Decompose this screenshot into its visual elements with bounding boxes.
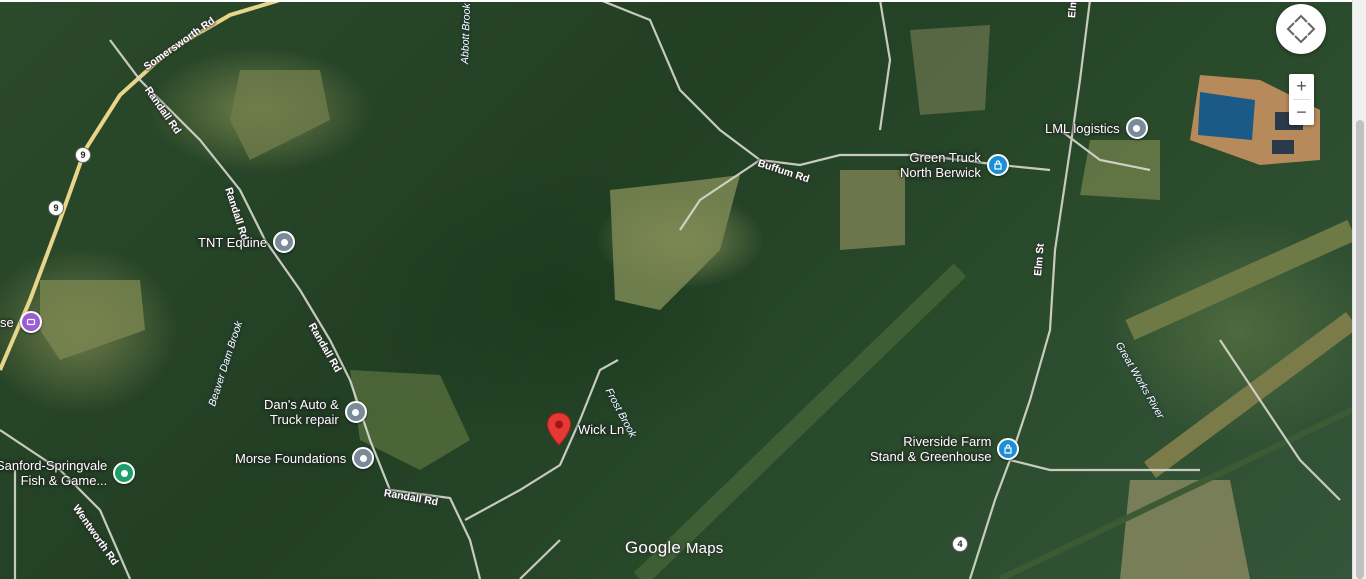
poi-label: LML logistics xyxy=(1045,120,1120,136)
satellite-map[interactable]: Somersworth Rd Randall Rd Randall Rd Ran… xyxy=(0,0,1352,579)
route-badge-9-south: 9 xyxy=(48,200,64,216)
poi-label: TNT Equine xyxy=(198,234,268,250)
poi-green-truck[interactable]: Green Truck North Berwick xyxy=(900,150,1009,180)
shopping-bag-icon xyxy=(997,438,1020,460)
poi-partial-se[interactable]: se xyxy=(0,311,42,333)
poi-label: Green Truck North Berwick xyxy=(900,150,981,180)
top-edge xyxy=(0,0,1352,2)
location-pin-icon xyxy=(273,231,296,253)
poi-sanford-springvale[interactable]: Sanford-Springvale Fish & Game... xyxy=(0,458,136,488)
map-terrain-layer xyxy=(0,0,1352,579)
poi-label: Sanford-Springvale Fish & Game... xyxy=(0,458,108,488)
route-badge-9-north: 9 xyxy=(75,147,91,163)
poi-label: Riverside Farm Stand & Greenhouse xyxy=(870,434,992,464)
pan-arrows-icon xyxy=(1286,14,1316,44)
shopping-bag-icon xyxy=(986,154,1009,176)
location-pin-icon xyxy=(352,447,375,469)
poi-label: se xyxy=(0,314,14,330)
recreation-pin-icon xyxy=(113,462,136,484)
poi-label: Dan's Auto & Truck repair xyxy=(264,397,339,427)
red-map-marker-icon xyxy=(546,412,572,446)
poi-label: Morse Foundations xyxy=(235,450,347,466)
selected-place-label: Wick Ln xyxy=(578,421,625,437)
zoom-out-button[interactable]: − xyxy=(1289,100,1314,125)
google-maps-logo: Google Maps xyxy=(625,538,724,557)
poi-lml-logistics[interactable]: LML logistics xyxy=(1045,117,1148,139)
page-scrollbar[interactable] xyxy=(1352,0,1366,579)
zoom-in-button[interactable]: + xyxy=(1289,74,1314,99)
road-label-elm-top: Elm xyxy=(1066,0,1080,19)
poi-tnt-equine[interactable]: TNT Equine xyxy=(198,231,296,253)
poi-dans-auto[interactable]: Dan's Auto & Truck repair xyxy=(264,397,367,427)
poi-morse-foundations[interactable]: Morse Foundations xyxy=(235,447,375,469)
scrollbar-thumb[interactable] xyxy=(1356,120,1364,579)
ticket-icon xyxy=(19,311,42,333)
route-badge-4: 4 xyxy=(952,536,968,552)
selected-place-wick-ln[interactable]: Wick Ln xyxy=(546,412,624,446)
poi-riverside-farm[interactable]: Riverside Farm Stand & Greenhouse xyxy=(870,434,1020,464)
zoom-control: + − xyxy=(1289,74,1314,125)
location-pin-icon xyxy=(1125,117,1148,139)
location-pin-icon xyxy=(344,401,367,423)
water-label-abbott-brook: Abbott Brook xyxy=(459,3,474,65)
pan-control-button[interactable] xyxy=(1276,4,1326,54)
